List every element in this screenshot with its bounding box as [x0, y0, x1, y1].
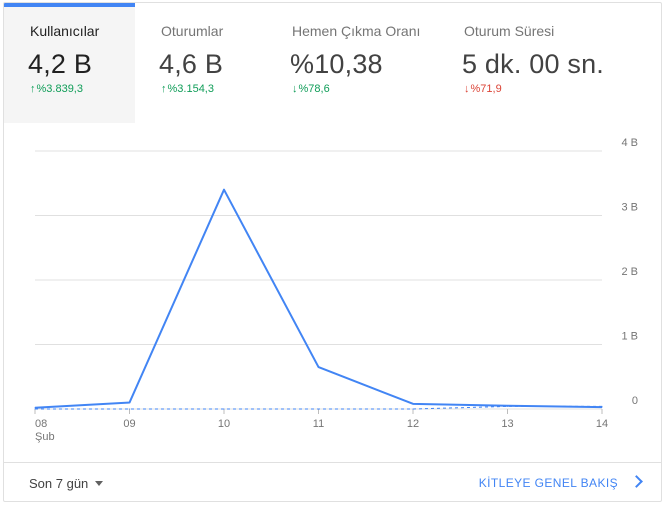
x-tick-label: 12	[407, 418, 419, 430]
data-point	[34, 407, 36, 409]
x-tick-label: 13	[501, 418, 513, 430]
y-tick-label: 3 B	[621, 202, 638, 214]
data-point	[507, 405, 508, 407]
arrow-down-icon: ↓	[292, 83, 298, 95]
arrow-up-icon: ↑	[30, 83, 36, 95]
users-line-chart: 0 1 B 2 B 3 B 4 B 08 09 10 11 12 13 14 Şub	[4, 123, 661, 443]
data-point	[412, 408, 414, 410]
x-tick-label: 11	[313, 418, 324, 430]
data-point	[223, 189, 225, 191]
caret-down-icon	[95, 481, 104, 486]
data-point	[412, 403, 414, 405]
tab-users-delta: ↑%3.839,3	[30, 83, 83, 95]
tab-users-value: 4,2 B	[28, 49, 93, 79]
tab-session-duration-delta: ↓%71,9	[464, 83, 502, 95]
data-point	[223, 408, 225, 410]
x-tick-label: 10	[218, 418, 230, 430]
y-tick-label: 4 B	[621, 137, 638, 149]
tab-users-label: Kullanıcılar	[30, 23, 100, 39]
tab-users[interactable]: Kullanıcılar 4,2 B ↑%3.839,3	[4, 3, 135, 123]
tab-session-duration-value: 5 dk. 00 sn.	[462, 49, 604, 79]
data-point	[601, 405, 603, 407]
audience-overview-link-label: KİTLEYE GENEL BAKIŞ	[478, 476, 618, 490]
data-point	[318, 366, 319, 368]
metric-tabs: Kullanıcılar 4,2 B ↑%3.839,3 Oturumlar 4…	[4, 3, 661, 123]
data-point	[34, 408, 36, 410]
data-point	[318, 408, 319, 410]
users-series-line	[34, 188, 603, 409]
x-tick-label: 09	[123, 418, 135, 430]
tab-sessions[interactable]: Oturumlar 4,6 B ↑%3.154,3	[135, 3, 266, 123]
data-point	[129, 402, 130, 404]
y-tick-label: 1 B	[621, 331, 638, 343]
tab-sessions-delta: ↑%3.154,3	[161, 83, 214, 95]
tab-sessions-value: 4,6 B	[159, 49, 224, 79]
date-range-label: Son 7 gün	[29, 476, 89, 491]
tab-bounce-rate-label: Hemen Çıkma Oranı	[292, 23, 421, 39]
tab-bounce-rate-value: %10,38	[290, 49, 383, 79]
y-tick-label: 0	[632, 395, 638, 407]
x-tick-label: 14	[596, 418, 608, 430]
tab-bounce-rate-delta: ↓%78,6	[292, 83, 330, 95]
audience-overview-link[interactable]: KİTLEYE GENEL BAKIŞ	[478, 475, 643, 490]
tab-bounce-rate[interactable]: Hemen Çıkma Oranı %10,38 ↓%78,6	[266, 3, 438, 123]
tab-session-duration[interactable]: Oturum Süresi 5 dk. 00 sn. ↓%71,9	[438, 3, 638, 123]
audience-overview-card: Kullanıcılar 4,2 B ↑%3.839,3 Oturumlar 4…	[3, 2, 662, 502]
tab-session-duration-label: Oturum Süresi	[464, 23, 555, 39]
chevron-right-icon	[630, 475, 643, 488]
card-footer: Son 7 gün KİTLEYE GENEL BAKIŞ	[4, 462, 661, 501]
y-tick-label: 2 B	[621, 266, 638, 278]
date-range-dropdown[interactable]: Son 7 gün	[29, 476, 104, 491]
x-tick-label: 08	[35, 418, 47, 430]
data-point	[129, 408, 130, 410]
arrow-down-icon: ↓	[464, 83, 470, 95]
tab-sessions-label: Oturumlar	[161, 23, 224, 39]
chart-svg: 0 1 B 2 B 3 B 4 B 08 09 10 11 12 13 14 Şub	[34, 137, 638, 443]
x-tick-sublabel: Şub	[35, 431, 55, 443]
arrow-up-icon: ↑	[161, 83, 167, 95]
